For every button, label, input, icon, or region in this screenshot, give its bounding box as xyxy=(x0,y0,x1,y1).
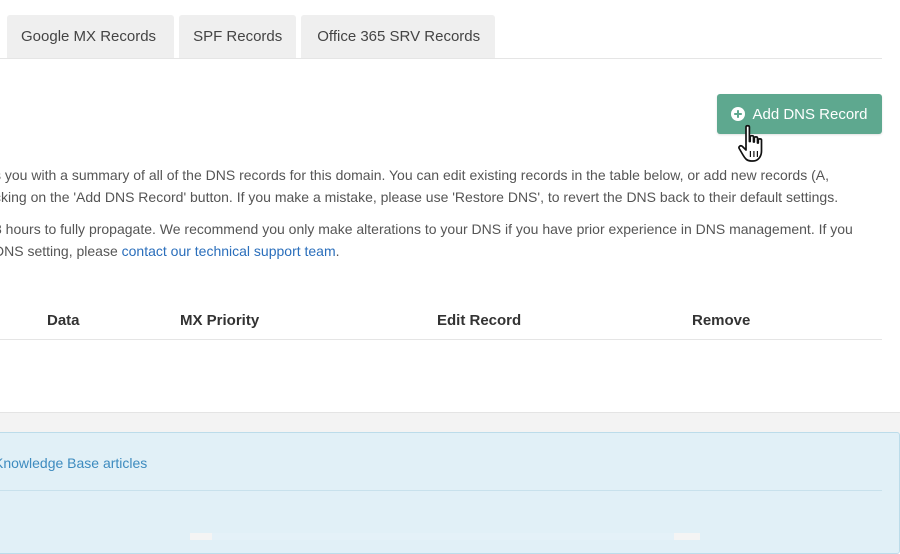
knowledge-base-divider xyxy=(0,490,882,491)
tab-office-365-srv-records[interactable]: Office 365 SRV Records xyxy=(301,15,496,59)
column-header-remove: Remove xyxy=(692,312,751,329)
tab-spf-records[interactable]: SPF Records xyxy=(179,15,297,59)
knowledge-base-bottom-card-inner xyxy=(212,533,674,540)
intro-line-3: 3 hours to fully propagate. We recommend… xyxy=(0,221,853,237)
intro-paragraph-1: s you with a summary of all of the DNS r… xyxy=(0,164,894,208)
column-header-edit-record: Edit Record xyxy=(437,312,522,329)
column-header-data: Data xyxy=(47,312,80,329)
intro-paragraph-2: 3 hours to fully propagate. We recommend… xyxy=(0,218,894,262)
intro-line-1: s you with a summary of all of the DNS r… xyxy=(0,167,829,183)
intro-line-4-suffix: . xyxy=(335,243,340,259)
tab-google-mx-records[interactable]: Google MX Records xyxy=(7,15,175,59)
dns-table-header: Data MX Priority Edit Record Remove xyxy=(0,310,882,338)
record-tabs: Google MX Records SPF Records Office 365… xyxy=(0,15,496,59)
add-dns-record-label: Add DNS Record xyxy=(752,105,868,123)
intro-line-4: DNS setting, please contact our technica… xyxy=(0,240,894,262)
intro-line-2: cking on the 'Add DNS Record' button. If… xyxy=(0,189,839,205)
column-header-mx-priority: MX Priority xyxy=(180,312,260,329)
intro-line-4-prefix: DNS setting, please xyxy=(0,243,122,259)
contact-support-link[interactable]: contact our technical support team xyxy=(122,243,336,259)
table-header-divider xyxy=(0,339,882,340)
tabs-divider xyxy=(0,58,882,59)
knowledge-base-bottom-card xyxy=(190,533,700,540)
plus-circle-icon xyxy=(731,107,746,121)
knowledge-base-link[interactable]: Knowledge Base articles xyxy=(0,455,147,471)
add-dns-record-button[interactable]: Add DNS Record xyxy=(717,94,882,134)
